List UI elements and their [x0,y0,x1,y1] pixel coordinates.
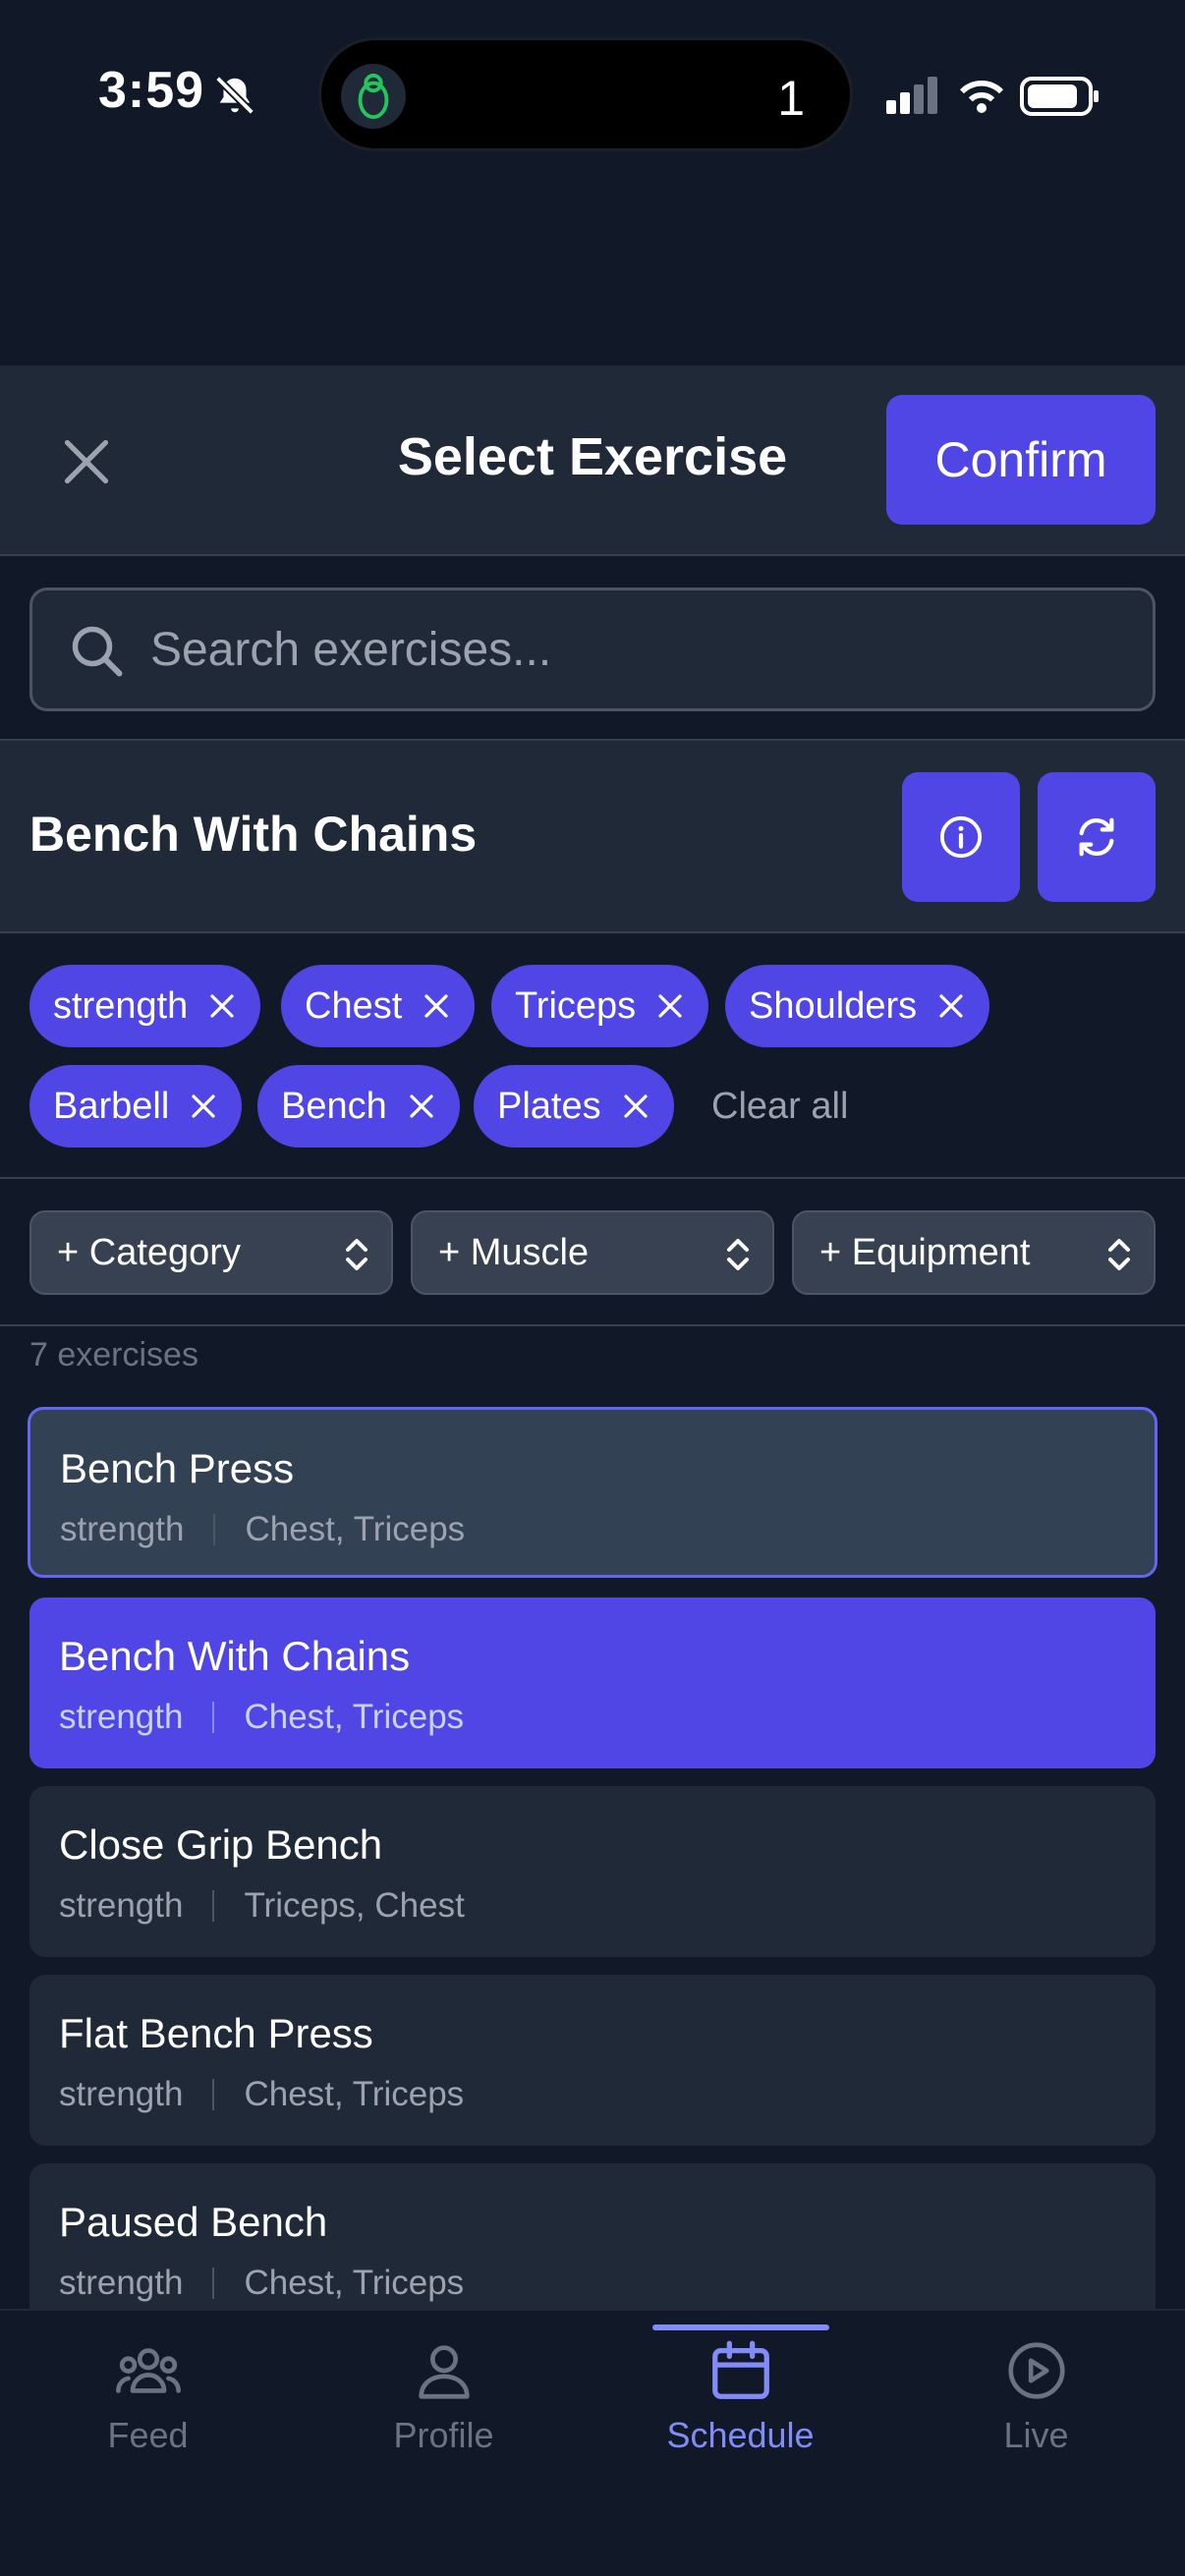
separator [212,1702,215,1733]
exercise-item[interactable]: Bench Press strength Chest, Triceps [28,1407,1157,1578]
confirm-button[interactable]: Confirm [886,395,1156,525]
exercise-name: Bench Press [60,1445,295,1491]
island-count: 1 [777,71,805,126]
wifi-icon [960,81,1003,113]
tab-label: Live [1003,2415,1069,2455]
exercise-name: Flat Bench Press [59,2010,373,2056]
play-circle-icon [1007,2342,1065,2399]
chevron-updown-icon [346,1239,367,1270]
chip-label: Shoulders [749,984,918,1027]
status-time: 3:59 [98,62,205,119]
exercise-category: strength [59,1698,184,1736]
active-filters: strength Chest Triceps Shoulders Barbell… [0,933,1185,1179]
exercise-name: Paused Bench [59,2199,328,2245]
exercise-muscles: Chest, Triceps [244,2264,465,2302]
bell-slash-icon [215,76,254,115]
remove-icon[interactable] [936,991,966,1021]
remove-icon[interactable] [407,1092,436,1121]
exercise-item[interactable]: Paused Bench strength Chest, Triceps [29,2163,1156,2309]
exercise-meta: strength Chest, Triceps [60,1510,465,1549]
swap-button[interactable] [1038,772,1156,902]
exercise-category: strength [59,2264,184,2302]
exercise-muscles: Chest, Triceps [244,2075,465,2113]
user-icon [418,2345,470,2399]
chip-label: strength [53,984,189,1027]
chevron-updown-icon [727,1239,749,1270]
exercise-muscles: Triceps, Chest [244,1886,465,1925]
exercise-item[interactable]: Close Grip Bench strength Triceps, Chest [29,1786,1156,1957]
equipment-select[interactable]: + Equipment [792,1210,1156,1295]
filter-label: + Equipment [819,1231,1031,1273]
filter-chip[interactable]: Shoulders [725,965,990,1047]
battery-icon [1020,77,1099,116]
category-select[interactable]: + Category [29,1210,393,1295]
signal-icon [886,77,937,114]
exercise-item[interactable]: Bench With Chains strength Chest, Tricep… [29,1597,1156,1768]
exercise-name: Close Grip Bench [59,1821,383,1868]
exercise-muscles: Chest, Triceps [244,1698,465,1736]
remove-icon[interactable] [189,1092,218,1121]
separator [212,2268,215,2299]
filter-chip[interactable]: strength [29,965,261,1047]
exercise-category: strength [59,1886,184,1925]
tab-schedule[interactable]: Schedule [592,2311,888,2507]
muscle-select[interactable]: + Muscle [411,1210,774,1295]
exercise-category: strength [59,2075,184,2113]
exercise-muscles: Chest, Triceps [245,1510,466,1548]
filter-chip[interactable]: Bench [257,1065,460,1148]
filter-chip[interactable]: Plates [474,1065,674,1148]
separator [212,2079,215,2110]
selected-exercise-bar: Bench With Chains [0,741,1185,933]
selected-exercise-name: Bench With Chains [29,807,478,862]
separator [212,1890,215,1922]
tab-live[interactable]: Live [888,2311,1184,2507]
tab-label: Profile [393,2415,494,2455]
tab-feed[interactable]: Feed [0,2311,296,2507]
exercise-name: Bench With Chains [59,1633,411,1679]
filter-chip[interactable]: Triceps [491,965,709,1047]
info-icon [939,815,983,859]
exercise-meta: strength Triceps, Chest [59,1886,465,1926]
search-input[interactable] [150,590,1133,708]
status-bar: 3:59 1 [0,0,1185,196]
exercise-meta: strength Chest, Triceps [59,1698,464,1737]
modal-header: Select Exercise Confirm [0,365,1185,556]
exercise-item[interactable]: Flat Bench Press strength Chest, Triceps [29,1975,1156,2146]
exercise-meta: strength Chest, Triceps [59,2264,464,2303]
bottom-nav: Feed Profile Schedule Live [0,2309,1185,2576]
remove-icon[interactable] [655,991,685,1021]
filter-label: + Muscle [438,1231,590,1273]
chip-label: Chest [305,984,403,1027]
filter-chip[interactable]: Chest [281,965,476,1047]
search-icon [72,626,123,677]
exercise-meta: strength Chest, Triceps [59,2075,464,2114]
filter-label: + Category [57,1231,241,1273]
search-box[interactable] [29,588,1156,711]
tab-label: Schedule [666,2415,815,2455]
remove-icon[interactable] [422,991,451,1021]
exercise-list: Bench Press strength Chest, Triceps Benc… [0,1407,1185,2309]
tab-label: Feed [107,2415,189,2455]
remove-icon[interactable] [207,991,237,1021]
chip-label: Triceps [515,984,637,1027]
chip-label: Bench [281,1085,387,1127]
exercise-category: strength [60,1510,185,1548]
search-section [0,556,1185,741]
clear-all-link[interactable]: Clear all [711,1065,848,1148]
info-button[interactable] [902,772,1020,902]
chip-label: Plates [497,1085,601,1127]
tab-profile[interactable]: Profile [296,2311,592,2507]
filter-selects: + Category + Muscle + Equipment [0,1179,1185,1326]
chevron-updown-icon [1108,1239,1130,1270]
penguin-icon [341,64,406,129]
separator [213,1514,216,1545]
dynamic-island: 1 [318,37,853,151]
chip-label: Barbell [53,1085,170,1127]
remove-icon[interactable] [621,1092,650,1121]
refresh-icon [1079,817,1114,857]
calendar-icon [711,2340,769,2399]
results-count: 7 exercises [29,1336,198,1373]
filter-chip[interactable]: Barbell [29,1065,243,1148]
users-icon [115,2348,181,2393]
